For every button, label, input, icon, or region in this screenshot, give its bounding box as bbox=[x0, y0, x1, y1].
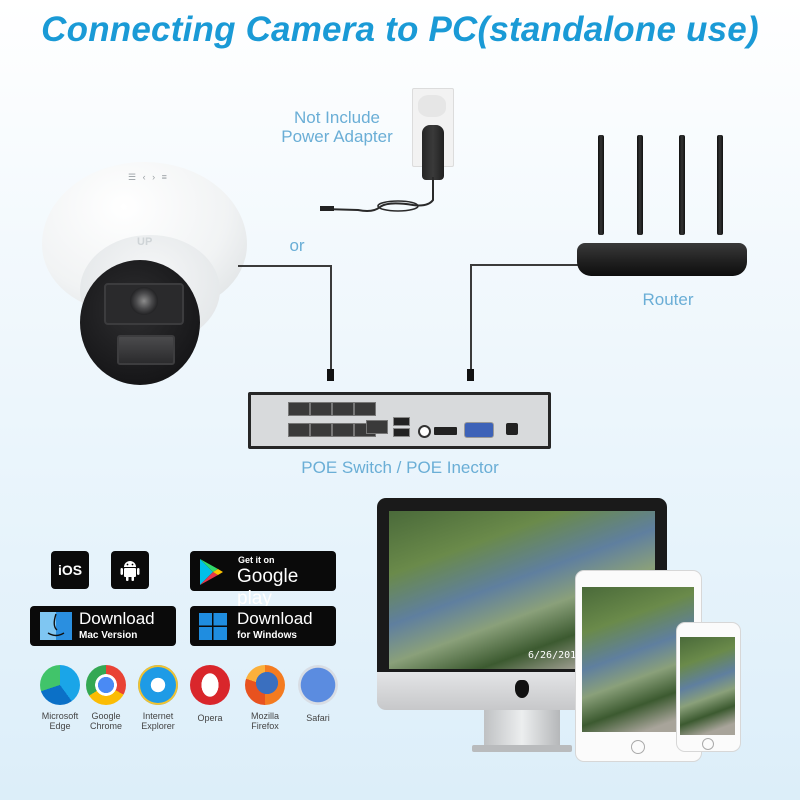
mac-download-label: Download bbox=[79, 609, 155, 628]
phone-camera-feed bbox=[680, 637, 735, 735]
browser-label: Safari bbox=[306, 713, 330, 723]
google-play-badge[interactable]: Get it on Google play bbox=[190, 551, 336, 609]
router-antenna bbox=[637, 135, 643, 235]
hdmi-port bbox=[434, 427, 457, 435]
poe-port bbox=[288, 402, 310, 416]
poe-switch-label: POE Switch / POE Inector bbox=[301, 458, 499, 477]
browser-item-opera[interactable]: Opera bbox=[180, 665, 240, 723]
or-label: or bbox=[289, 236, 305, 255]
camera-marking: ☰ ‹ › ≡ bbox=[128, 172, 169, 182]
browser-list: Microsoft Edge Google Chrome Internet Ex… bbox=[30, 665, 350, 735]
edge-icon bbox=[40, 665, 80, 705]
mac-version-label: Mac Version bbox=[79, 630, 138, 641]
browser-item-safari[interactable]: Safari bbox=[288, 665, 348, 723]
poe-port-block bbox=[288, 402, 376, 440]
outlet-socket bbox=[418, 95, 446, 117]
browser-label: Internet bbox=[142, 711, 174, 721]
browser-label: Opera bbox=[197, 713, 223, 723]
router-cable-v bbox=[470, 264, 472, 370]
poe-port bbox=[354, 402, 376, 416]
monitor-stand bbox=[484, 710, 560, 750]
ie-icon bbox=[138, 665, 178, 705]
firefox-icon bbox=[245, 665, 285, 705]
usb-port bbox=[393, 428, 410, 437]
safari-icon bbox=[298, 665, 338, 705]
power-adapter-label: Not Include Power Adapter bbox=[272, 108, 402, 146]
router-label: Router bbox=[642, 290, 694, 309]
poe-port bbox=[288, 422, 310, 437]
mac-download-badge[interactable]: Download Mac Version bbox=[30, 606, 176, 646]
browser-item-ie[interactable]: Internet Explorer bbox=[128, 665, 188, 731]
poe-port bbox=[332, 402, 354, 416]
apple-logo-icon bbox=[515, 680, 529, 698]
usb-port bbox=[393, 417, 410, 426]
mac-finder-icon bbox=[40, 612, 72, 640]
router-cable-h bbox=[470, 264, 578, 266]
power-cable bbox=[320, 177, 434, 212]
browser-item-firefox[interactable]: Mozilla Firefox bbox=[235, 665, 295, 731]
google-play-small-text: Get it on bbox=[238, 555, 275, 565]
monitor-stand-base bbox=[472, 745, 572, 752]
chrome-icon bbox=[86, 665, 126, 705]
browser-label: Chrome bbox=[89, 721, 122, 731]
router-antenna bbox=[717, 135, 723, 235]
windows-download-badge[interactable]: Download for Windows bbox=[190, 606, 336, 646]
router-icon bbox=[577, 243, 747, 276]
google-play-large-text: Google play bbox=[237, 566, 299, 609]
rj45-plug-icon bbox=[467, 369, 474, 381]
router-antenna bbox=[598, 135, 604, 235]
browser-item-chrome[interactable]: Google Chrome bbox=[76, 665, 136, 731]
windows-icon bbox=[199, 613, 227, 640]
uplink-port bbox=[366, 420, 388, 434]
browser-label: Mozilla bbox=[250, 711, 279, 721]
camera-cable-v bbox=[330, 265, 332, 370]
power-adapter-icon bbox=[422, 125, 444, 180]
android-icon bbox=[120, 561, 140, 581]
poe-port bbox=[310, 402, 332, 416]
browser-label: Firefox bbox=[251, 721, 279, 731]
tablet-home-button bbox=[631, 740, 645, 754]
google-play-icon bbox=[200, 559, 223, 585]
ios-label: iOS bbox=[57, 562, 83, 578]
dc-power-port bbox=[506, 423, 518, 435]
audio-port bbox=[418, 425, 431, 438]
rj45-plug-icon bbox=[327, 369, 334, 381]
windows-version-label: for Windows bbox=[237, 630, 297, 641]
page-title: Connecting Camera to PC(standalone use) bbox=[41, 10, 759, 49]
browser-label: Explorer bbox=[141, 721, 175, 731]
power-adapter-label-line2: Power Adapter bbox=[281, 127, 393, 146]
poe-port bbox=[332, 422, 354, 437]
browser-label: Google bbox=[91, 711, 121, 721]
opera-icon bbox=[190, 665, 230, 705]
camera-lens-icon bbox=[130, 287, 158, 315]
phone-home-button bbox=[702, 738, 714, 750]
router-antenna bbox=[679, 135, 685, 235]
camera-ir-light bbox=[117, 335, 175, 365]
android-app-badge[interactable] bbox=[111, 551, 149, 589]
poe-port bbox=[310, 422, 332, 437]
ios-app-badge[interactable]: iOS bbox=[51, 551, 89, 589]
windows-download-label: Download bbox=[237, 609, 313, 628]
power-adapter-label-line1: Not Include bbox=[294, 108, 380, 127]
camera-cable-h bbox=[238, 265, 331, 267]
camera-brand: UP bbox=[137, 236, 153, 248]
vga-port bbox=[464, 422, 494, 438]
